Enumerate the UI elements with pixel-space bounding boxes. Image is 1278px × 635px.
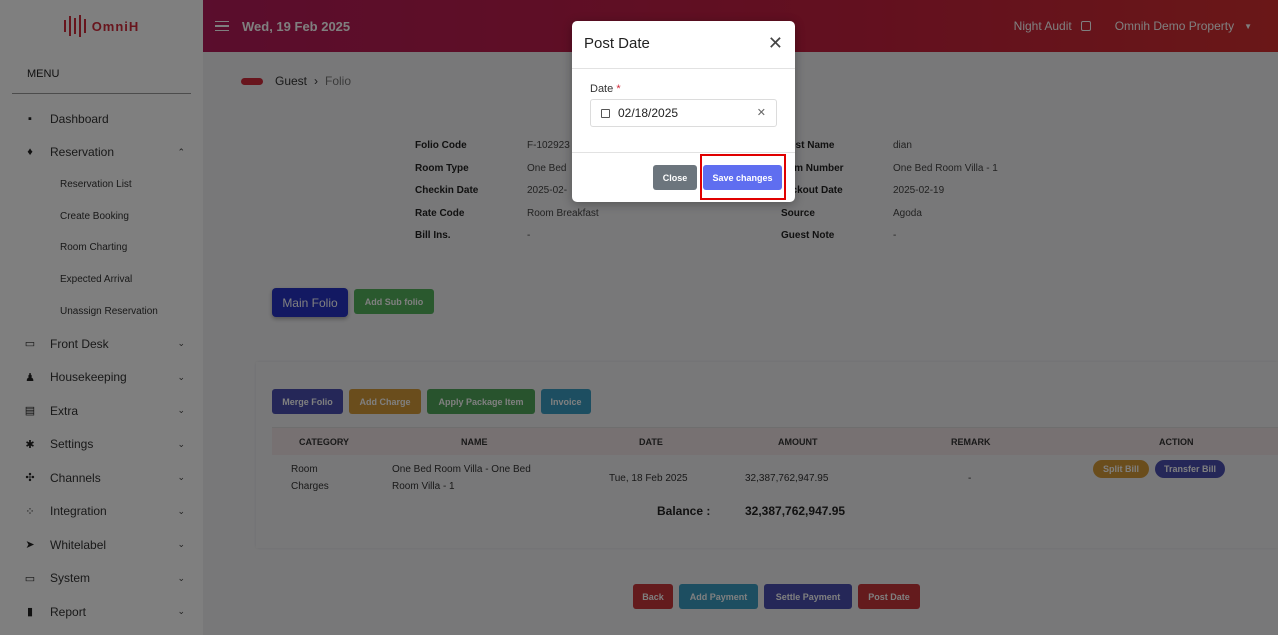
modal-divider bbox=[572, 68, 795, 69]
date-field[interactable]: 02/18/2025 ✕ bbox=[590, 99, 777, 127]
required-mark: * bbox=[616, 83, 621, 95]
close-icon[interactable]: ✕ bbox=[768, 34, 783, 52]
date-field-value: 02/18/2025 bbox=[618, 106, 679, 120]
calendar-icon bbox=[601, 108, 610, 118]
highlight-box bbox=[700, 154, 786, 200]
date-label: Date * bbox=[590, 83, 621, 95]
date-label-text: Date bbox=[590, 83, 614, 95]
clear-icon[interactable]: ✕ bbox=[757, 106, 766, 119]
modal-title: Post Date bbox=[584, 35, 650, 52]
close-button[interactable]: Close bbox=[653, 165, 697, 190]
modal-divider bbox=[572, 152, 795, 153]
